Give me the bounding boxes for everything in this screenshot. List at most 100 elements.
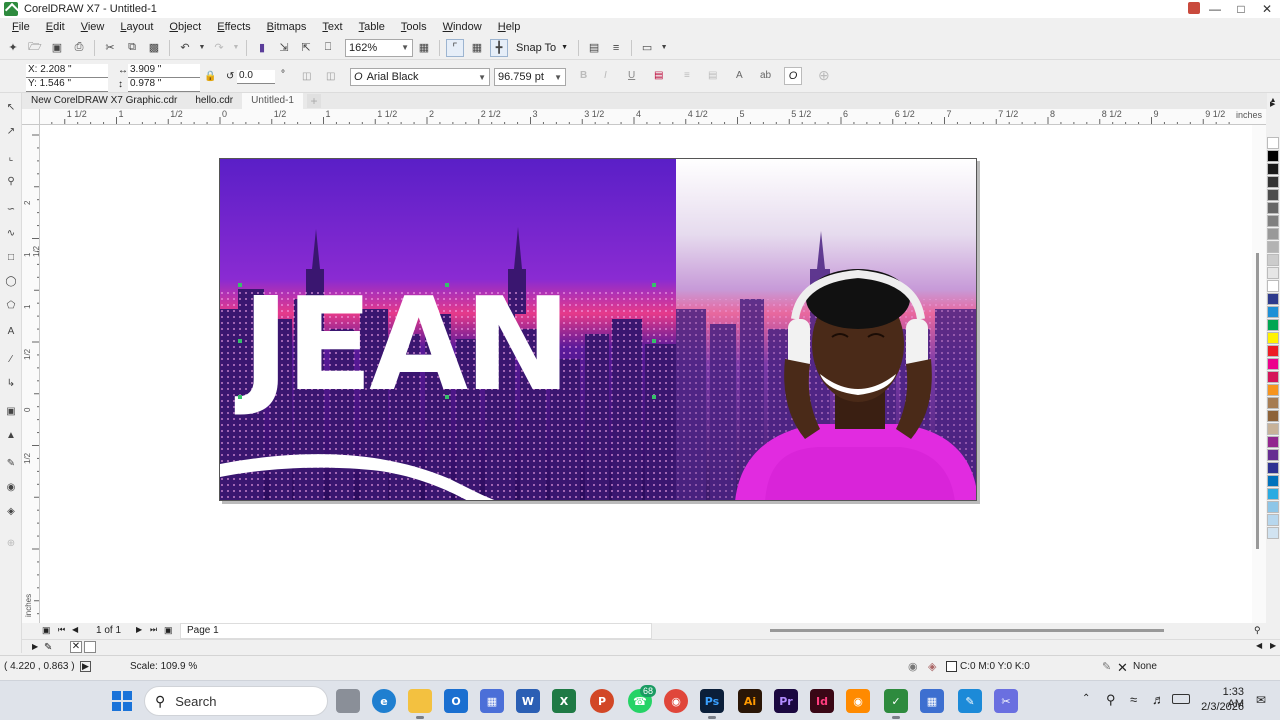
palette-menu-icon[interactable]: ▶ xyxy=(1270,100,1275,108)
full-screen-preview-icon[interactable]: ▦ xyxy=(415,39,433,57)
pick-tool-icon[interactable]: ↖ xyxy=(4,101,18,115)
menu-object[interactable]: Object xyxy=(161,21,209,33)
chrome-icon[interactable]: ◉ xyxy=(664,689,688,713)
color-swatch[interactable] xyxy=(1267,462,1279,474)
ellipse-tool-icon[interactable]: ◯ xyxy=(4,275,18,289)
color-swatch[interactable] xyxy=(1267,137,1279,149)
color-proof-icon[interactable]: ◉ xyxy=(908,660,918,673)
menu-view[interactable]: View xyxy=(73,21,113,33)
menu-help[interactable]: Help xyxy=(490,21,529,33)
color-swatch[interactable] xyxy=(1267,319,1279,331)
color-swatch[interactable] xyxy=(1267,163,1279,175)
new-document-icon[interactable]: ✦ xyxy=(4,39,22,57)
color-swatch[interactable] xyxy=(1267,436,1279,448)
color-swatch[interactable] xyxy=(1267,267,1279,279)
welcome-screen-icon[interactable]: ▭ xyxy=(638,39,656,57)
save-icon[interactable]: ▣ xyxy=(48,39,66,57)
show-hidden-icons[interactable]: ⌃ xyxy=(1082,693,1090,704)
palette-expand-icon[interactable]: ▶ xyxy=(32,642,38,651)
selection-handle[interactable] xyxy=(238,339,242,343)
chevron-down-icon[interactable]: ▼ xyxy=(660,39,668,57)
parallel-dimension-icon[interactable]: ∕ xyxy=(4,353,18,367)
add-page-icon[interactable]: ▣ xyxy=(164,625,173,636)
taskbar-search-box[interactable]: ⚲ Search xyxy=(144,686,328,716)
powerpoint-icon[interactable]: P xyxy=(590,689,614,713)
snipping-tool-icon[interactable]: ✂ xyxy=(994,689,1018,713)
tab-hello[interactable]: hello.cdr xyxy=(186,93,242,109)
color-eyedropper-icon[interactable]: ✎ xyxy=(4,457,18,471)
last-page-icon[interactable]: ⏭ xyxy=(150,625,157,635)
word-icon[interactable]: W xyxy=(516,689,540,713)
mirror-vertical-icon[interactable]: ◫ xyxy=(326,71,335,82)
color-swatch[interactable] xyxy=(1267,371,1279,383)
first-page-arrow-icon[interactable]: ⏮ xyxy=(58,625,65,635)
color-swatch[interactable] xyxy=(1267,228,1279,240)
task-view-icon[interactable] xyxy=(336,689,360,713)
selection-handle[interactable] xyxy=(652,339,656,343)
color-swatch[interactable] xyxy=(1267,241,1279,253)
color-swatch[interactable] xyxy=(1267,202,1279,214)
show-rulers-icon[interactable]: ⌜ xyxy=(446,38,464,57)
edge-browser-icon[interactable]: e xyxy=(372,689,396,713)
paste-icon[interactable]: ▩ xyxy=(145,39,163,57)
interactive-fill-icon[interactable]: ◉ xyxy=(4,481,18,495)
import-icon[interactable]: ⇲ xyxy=(275,39,293,57)
menu-text[interactable]: Text xyxy=(314,21,350,33)
menu-layout[interactable]: Layout xyxy=(112,21,161,33)
palette-left-icon[interactable]: ◀ xyxy=(1256,641,1262,650)
menu-tools[interactable]: Tools xyxy=(393,21,435,33)
menu-table[interactable]: Table xyxy=(351,21,393,33)
zoom-level-select[interactable]: 162% ▼ xyxy=(345,38,413,57)
shape-tool-icon[interactable]: ↗ xyxy=(4,125,18,139)
y-position-field[interactable]: Y: 1.546 " xyxy=(26,78,108,92)
show-guidelines-icon[interactable]: ╋ xyxy=(490,38,508,57)
minimize-button[interactable]: — xyxy=(1202,2,1228,16)
color-swatch[interactable] xyxy=(1267,332,1279,344)
coreldraw-taskbar-icon[interactable]: ✓ xyxy=(884,689,908,719)
clock-date[interactable]: 2/3/2026 xyxy=(1200,701,1244,713)
selection-handle[interactable] xyxy=(652,283,656,287)
ruler-corner[interactable] xyxy=(22,109,40,125)
smart-fill-icon[interactable]: ◈ xyxy=(4,505,18,519)
jean-banner-artwork[interactable]: JEAN xyxy=(219,158,977,501)
menu-window[interactable]: Window xyxy=(435,21,490,33)
menu-file[interactable]: File xyxy=(4,21,38,33)
color-swatch[interactable] xyxy=(1267,293,1279,305)
calculator-icon[interactable]: ▦ xyxy=(920,689,944,713)
x-position-field[interactable]: X: 2.208 " xyxy=(26,64,108,78)
next-page-icon[interactable]: ▶ xyxy=(136,625,142,634)
fill-icon[interactable]: ◈ xyxy=(928,660,936,673)
font-family-select[interactable]: O Arial Black ▼ xyxy=(350,68,490,86)
width-field[interactable]: 3.909 " xyxy=(128,64,200,78)
indesign-icon[interactable]: Id xyxy=(810,689,834,713)
scrollbar-thumb[interactable] xyxy=(1256,253,1259,549)
add-tab-icon[interactable]: + xyxy=(306,94,321,108)
quick-customize-icon[interactable]: ⊕ xyxy=(818,67,830,84)
height-field[interactable]: 0.978 " xyxy=(128,78,200,92)
lock-ratio-icon[interactable]: 🔒 xyxy=(204,71,216,82)
microphone-icon[interactable]: ⚲ xyxy=(1106,692,1116,708)
palette-right-icon[interactable]: ▶ xyxy=(1270,641,1276,650)
polygon-tool-icon[interactable]: ⬠ xyxy=(4,299,18,313)
vertical-ruler[interactable]: 2 1 1/2 1 1/2 0 1/2 inches xyxy=(22,125,40,623)
color-swatch[interactable] xyxy=(1267,150,1279,162)
bullet-list-icon[interactable]: ≡ xyxy=(684,70,690,81)
undo-dropdown-icon[interactable]: ▼ xyxy=(198,39,206,57)
drop-cap-icon[interactable]: ▤ xyxy=(708,70,717,81)
selection-handle[interactable] xyxy=(238,283,242,287)
application-launcher-icon[interactable]: ≡ xyxy=(607,39,625,57)
account-icon[interactable] xyxy=(1188,2,1200,14)
premiere-icon[interactable]: Pr xyxy=(774,689,798,713)
zoom-tool-icon[interactable]: ⚲ xyxy=(4,175,18,189)
artistic-media-icon[interactable]: ∿ xyxy=(4,227,18,241)
freehand-tool-icon[interactable]: ∽ xyxy=(4,203,18,217)
quick-customize-icon[interactable]: ⊕ xyxy=(4,537,18,551)
menu-edit[interactable]: Edit xyxy=(38,21,73,33)
play-icon[interactable]: ▶ xyxy=(80,661,91,672)
menu-bitmaps[interactable]: Bitmaps xyxy=(259,21,315,33)
drop-shadow-icon[interactable]: ▣ xyxy=(4,405,18,419)
maximize-button[interactable]: □ xyxy=(1228,2,1254,16)
wifi-icon[interactable]: ≈ xyxy=(1130,692,1137,707)
selection-handle[interactable] xyxy=(445,283,449,287)
text-properties-icon[interactable]: A xyxy=(736,70,743,81)
